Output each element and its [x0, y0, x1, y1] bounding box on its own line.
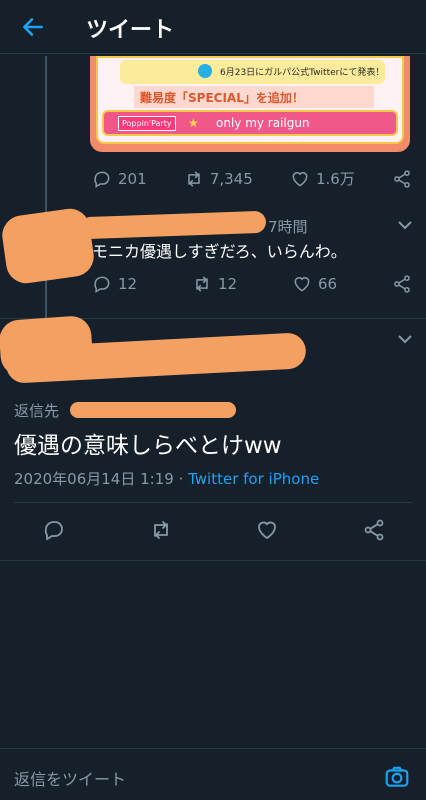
reply-composer-input[interactable]: 返信をツイート — [14, 766, 126, 790]
like-button[interactable]: 66 — [292, 274, 337, 294]
share-button[interactable] — [392, 169, 412, 189]
like-count: 1.6万 — [315, 170, 355, 188]
image-song-banner: Poppin'Party ★ only my railgun — [102, 110, 398, 136]
reply-tweet-text: モニカ優遇しすぎだろ、いらんわ。 — [92, 242, 347, 261]
image-announce-text: 6月23日にガルパ公式Twitterにて発表！ — [220, 68, 385, 78]
main-tweet-text: 優遇の意味しらべとけww — [14, 433, 282, 459]
tweet-image[interactable]: 6月23日にガルパ公式Twitterにて発表！ 難易度「SPECIAL」を追加！… — [90, 56, 410, 152]
redacted-author-name — [79, 210, 267, 240]
retweet-button[interactable]: 12 — [192, 274, 237, 294]
heart-icon — [294, 277, 310, 292]
tweet-meta: 2020年06月14日 1:19 · Twitter for iPhone — [14, 468, 319, 489]
reply-timestamp: 7時間 — [268, 218, 308, 236]
heart-icon — [292, 171, 308, 187]
reply-count: 12 — [118, 275, 138, 293]
image-song-title: only my railgun — [216, 116, 310, 130]
like-button[interactable]: 1.6万 — [290, 168, 355, 189]
retweet-icon[interactable] — [149, 518, 173, 542]
main-actions — [42, 518, 386, 542]
star-icon: ★ — [188, 116, 199, 130]
chevron-down-icon[interactable] — [398, 220, 412, 230]
tweet-timestamp: 2020年06月14日 1:19 · — [14, 470, 189, 488]
chevron-down-icon[interactable] — [398, 334, 412, 344]
camera-icon[interactable] — [384, 764, 410, 790]
retweet-button[interactable]: 7,345 — [184, 169, 253, 189]
image-frame: 6月23日にガルパ公式Twitterにて発表！ 難易度「SPECIAL」を追加！… — [96, 56, 404, 144]
divider — [14, 502, 412, 503]
back-arrow-icon[interactable] — [20, 14, 46, 40]
page-title: ツイート — [86, 18, 175, 43]
divider — [0, 560, 426, 561]
band-logo: Poppin'Party — [118, 116, 176, 131]
image-announce-banner: 6月23日にガルパ公式Twitterにて発表！ — [120, 60, 385, 84]
divider — [0, 748, 426, 749]
share-button[interactable] — [392, 274, 412, 294]
reply-button[interactable]: 201 — [92, 169, 147, 189]
redacted-avatar — [0, 206, 97, 286]
tweet-source-link[interactable]: Twitter for iPhone — [188, 470, 319, 488]
retweet-icon — [188, 171, 200, 186]
retweet-icon — [196, 276, 208, 292]
redacted-reply-to-handle — [70, 402, 236, 418]
reply-button[interactable]: 12 — [92, 274, 137, 294]
star-badge-icon — [198, 64, 212, 78]
reply-actions: 12 12 66 — [92, 274, 412, 294]
image-difficulty-text: 難易度「SPECIAL」を追加！ — [140, 91, 304, 105]
share-icon — [394, 169, 410, 188]
like-count: 66 — [318, 275, 338, 293]
reply-to-label: 返信先 — [14, 402, 60, 420]
reply-icon[interactable] — [42, 518, 66, 542]
image-difficulty-banner: 難易度「SPECIAL」を追加！ — [134, 86, 374, 108]
retweet-count: 7,345 — [209, 169, 253, 188]
share-icon — [394, 275, 410, 293]
retweet-count: 12 — [218, 275, 238, 293]
reply-icon — [94, 171, 110, 188]
share-icon[interactable] — [362, 518, 386, 542]
reply-count: 201 — [118, 169, 147, 188]
parent-actions: 201 7,345 1.6万 — [92, 168, 412, 189]
reply-icon — [94, 276, 110, 293]
top-bar: ツイート — [0, 0, 426, 54]
heart-icon[interactable] — [255, 518, 279, 542]
